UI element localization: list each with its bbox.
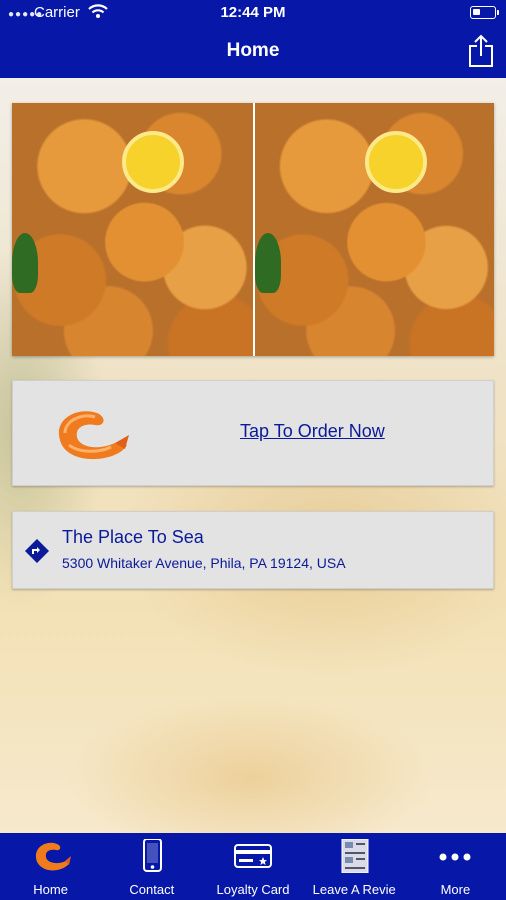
tab-bar: Home Contact Loyalty Card Leave A Revie …	[0, 833, 506, 900]
tab-label: Contact	[129, 882, 175, 897]
tab-label: Home	[33, 882, 68, 897]
fried-shrimp-image	[253, 103, 494, 356]
restaurant-name: The Place To Sea	[62, 527, 204, 547]
lemon-slice	[122, 131, 184, 193]
more-icon	[435, 839, 475, 873]
status-bar: ●●●●● Carrier 12:44 PM	[0, 0, 506, 26]
tab-label: Leave A Revie	[312, 882, 396, 897]
battery-icon	[470, 6, 499, 19]
share-icon[interactable]	[468, 34, 494, 68]
tab-leave-a-review[interactable]: Leave A Revie	[304, 833, 405, 900]
top-bar: ●●●●● Carrier 12:44 PM Home	[0, 0, 506, 78]
shrimp-icon	[49, 405, 131, 463]
fried-shrimp-image	[12, 103, 253, 356]
order-now-link[interactable]: Tap To Order Now	[240, 421, 385, 442]
phone-icon	[132, 838, 172, 873]
food-banner	[12, 103, 494, 356]
directions-icon	[24, 538, 50, 564]
tab-home[interactable]: Home	[0, 833, 101, 900]
status-time: 12:44 PM	[220, 4, 286, 21]
loyalty-card-icon	[233, 839, 273, 873]
location-card[interactable]: The Place To Sea 5300 Whitaker Avenue, P…	[12, 511, 494, 589]
tab-label: More	[440, 882, 471, 897]
tab-contact[interactable]: Contact	[101, 833, 202, 900]
page-title: Home	[226, 40, 280, 61]
tab-more[interactable]: More	[405, 833, 506, 900]
tab-label: Loyalty Card	[216, 882, 290, 897]
restaurant-address: 5300 Whitaker Avenue, Phila, PA 19124, U…	[62, 555, 346, 571]
parsley	[255, 233, 281, 293]
order-now-card[interactable]: Tap To Order Now	[12, 380, 494, 486]
tab-loyalty-card[interactable]: Loyalty Card	[202, 833, 303, 900]
parsley	[12, 233, 38, 293]
shrimp-icon	[31, 839, 71, 873]
review-icon	[334, 838, 374, 874]
lemon-slice	[365, 131, 427, 193]
